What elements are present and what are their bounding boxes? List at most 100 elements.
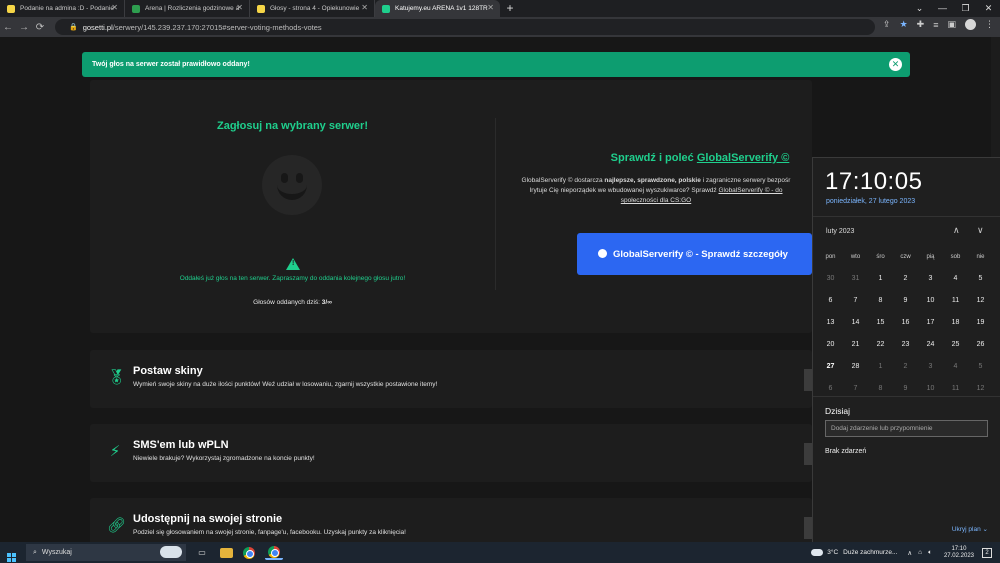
weather-widget[interactable]: 3°C Duże zachmurze... <box>811 549 897 556</box>
calendar-day[interactable]: 19 <box>968 312 993 334</box>
tab-favicon-icon <box>382 5 390 13</box>
calendar-day[interactable]: 15 <box>868 312 893 334</box>
browser-tab[interactable]: Głosy - strona 4 - Opiekunowie ✕ <box>250 0 375 17</box>
system-tray: 3°C Duże zachmurze... ∧ ⌂ 🔈︎ 17:10 27.02… <box>811 542 1000 563</box>
success-notice: Twój głos na serwer został prawidłowo od… <box>82 52 910 77</box>
menu-icon[interactable]: ⋮ <box>985 19 994 30</box>
start-button[interactable] <box>0 544 22 562</box>
url-bar[interactable]: 🔒 gosetti.pl /serwery/145.239.237.170:27… <box>55 19 875 35</box>
calendar-day[interactable]: 7 <box>843 290 868 312</box>
globalserverify-link[interactable]: GlobalServerify © <box>697 152 789 164</box>
calendar-day[interactable]: 23 <box>893 334 918 356</box>
calendar-day[interactable]: 8 <box>868 290 893 312</box>
calendar-day[interactable]: 30 <box>818 268 843 290</box>
feature-action-button[interactable] <box>804 369 812 391</box>
chevron-down-icon[interactable]: ∨ <box>977 225 984 236</box>
close-tab-icon[interactable]: ✕ <box>236 3 243 12</box>
maximize-button[interactable]: ❐ <box>954 0 977 17</box>
calendar-day[interactable]: 3 <box>918 356 943 378</box>
calendar-day[interactable]: 18 <box>943 312 968 334</box>
calendar-day[interactable]: 12 <box>968 290 993 312</box>
browser-tab[interactable]: Arena | Rozliczenia godzinowe a ✕ <box>125 0 250 17</box>
reload-icon[interactable]: ⟳ <box>32 22 48 33</box>
close-tab-icon[interactable]: ✕ <box>111 3 118 12</box>
feature-action-button[interactable] <box>804 517 812 539</box>
community-link[interactable]: społeczności dla CS:GO <box>621 197 691 204</box>
calendar-day[interactable]: 17 <box>918 312 943 334</box>
add-event-input[interactable]: Dodaj zdarzenie lub przypomnienie <box>825 420 988 437</box>
calendar-day[interactable]: 25 <box>943 334 968 356</box>
share-icon[interactable]: ⇪ <box>883 19 891 30</box>
calendar-day[interactable]: 3 <box>918 268 943 290</box>
taskbar-search[interactable]: ⌕ Wyszukaj <box>26 544 186 561</box>
close-tab-icon[interactable]: ✕ <box>361 3 368 12</box>
feature-title: Postaw skiny <box>133 365 203 377</box>
window-controls: ⌄ — ❐ ✕ <box>908 0 1000 17</box>
calendar-day[interactable]: 28 <box>843 356 868 378</box>
calendar-day[interactable]: 9 <box>893 290 918 312</box>
calendar-day[interactable]: 5 <box>968 356 993 378</box>
bookmark-star-icon[interactable]: ★ <box>900 19 908 30</box>
calendar-day[interactable]: 22 <box>868 334 893 356</box>
calendar-day[interactable]: 1 <box>868 356 893 378</box>
chrome-icon[interactable] <box>240 545 258 560</box>
calendar-day[interactable]: 21 <box>843 334 868 356</box>
browser-tab[interactable]: Katujemy.eu ARENA 1v1 128TR ✕ <box>375 0 500 17</box>
calendar-day[interactable]: 2 <box>893 268 918 290</box>
extensions-icon[interactable]: ✚ <box>917 19 925 30</box>
tab-title: Katujemy.eu ARENA 1v1 128TR <box>395 5 488 12</box>
calendar-day[interactable]: 11 <box>943 290 968 312</box>
windows-logo-icon <box>6 552 16 562</box>
network-icon[interactable]: ⌂ <box>918 549 922 556</box>
globalserverify-inline-link[interactable]: GlobalServerify © - do <box>718 187 782 194</box>
reading-list-icon[interactable]: ≡ <box>933 20 938 30</box>
tab-favicon-icon <box>257 5 265 13</box>
calendar-day[interactable]: 10 <box>918 290 943 312</box>
minimize-button[interactable]: — <box>931 0 954 17</box>
weekday-label: nie <box>976 254 985 260</box>
tab-favicon-icon <box>132 5 140 13</box>
calendar-day[interactable]: 16 <box>893 312 918 334</box>
calendar-day[interactable]: 24 <box>918 334 943 356</box>
flyout-clock: 17:10:05 <box>825 168 923 195</box>
flyout-date[interactable]: poniedziałek, 27 lutego 2023 <box>826 198 915 205</box>
close-tab-icon[interactable]: ✕ <box>487 3 494 12</box>
calendar-day[interactable]: 2 <box>893 356 918 378</box>
profile-avatar[interactable] <box>965 19 976 30</box>
browser-tab[interactable]: Podanie na admina :D - Podanie ✕ <box>0 0 125 17</box>
calendar-day[interactable]: 1 <box>868 268 893 290</box>
globalserverify-details-button[interactable]: GlobalServerify © - Sprawdź szczegóły <box>577 233 812 275</box>
close-icon[interactable]: ✕ <box>889 58 902 71</box>
volume-icon[interactable]: 🔈︎ <box>928 549 932 557</box>
back-icon[interactable]: ← <box>0 22 16 33</box>
hide-plan-button[interactable]: Ukryj plan ⌄ <box>952 525 988 533</box>
calendar-day-today[interactable]: 27 <box>818 356 843 378</box>
tab-search-icon[interactable]: ⌄ <box>908 0 931 17</box>
calendar-day[interactable]: 13 <box>818 312 843 334</box>
feature-action-button[interactable] <box>804 443 812 465</box>
file-explorer-icon[interactable] <box>220 547 233 558</box>
side-panel-icon[interactable]: ▣ <box>947 19 956 30</box>
search-icon: ⌕ <box>33 548 37 556</box>
calendar-day[interactable]: 20 <box>818 334 843 356</box>
chevron-up-icon[interactable]: ∧ <box>907 549 912 557</box>
calendar-day[interactable]: 26 <box>968 334 993 356</box>
calendar-day[interactable]: 31 <box>843 268 868 290</box>
feature-card-skins: 🏅︎ Postaw skiny Wymień swoje skiny na du… <box>90 350 812 408</box>
calendar-month[interactable]: luty 2023 <box>826 228 854 235</box>
chrome-profile-icon[interactable] <box>265 545 283 560</box>
calendar-day[interactable]: 5 <box>968 268 993 290</box>
taskbar-clock[interactable]: 17:10 27.02.2023 <box>944 546 974 560</box>
globalserverify-logo-icon <box>598 249 607 258</box>
calendar-day[interactable]: 4 <box>943 356 968 378</box>
calendar-day[interactable]: 14 <box>843 312 868 334</box>
notifications-icon[interactable]: 2 <box>982 547 992 558</box>
address-toolbar: ← → ⟳ 🔒 gosetti.pl /serwery/145.239.237.… <box>0 17 1000 37</box>
calendar-day[interactable]: 4 <box>943 268 968 290</box>
calendar-day[interactable]: 6 <box>818 290 843 312</box>
close-window-button[interactable]: ✕ <box>977 0 1000 17</box>
new-tab-button[interactable]: + <box>500 0 520 17</box>
task-view-icon[interactable]: ▭ <box>193 545 211 560</box>
forward-icon[interactable]: → <box>16 22 32 33</box>
chevron-up-icon[interactable]: ∧ <box>953 225 960 236</box>
